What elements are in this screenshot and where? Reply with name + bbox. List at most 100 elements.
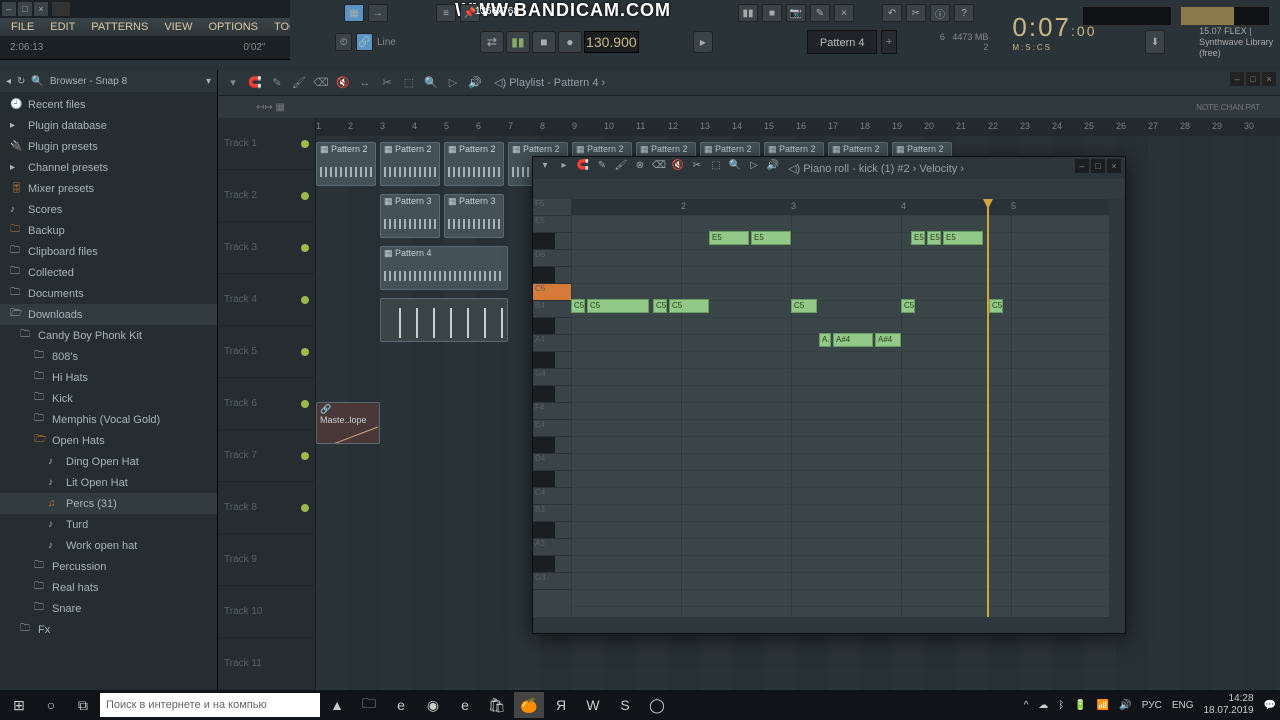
pl-erase-icon[interactable]: ⌫ [312, 74, 330, 92]
browser-item[interactable]: ♪Turd [0, 514, 217, 535]
link-icon[interactable]: 🔗 [356, 33, 373, 51]
app-bandicam-icon[interactable]: ◯ [642, 692, 672, 718]
rec-close-icon[interactable]: × [834, 4, 854, 22]
tray-notifications-icon[interactable]: 💬 [1264, 700, 1276, 711]
browser-item[interactable]: ♫Percs (31) [0, 493, 217, 514]
rec-draw-icon[interactable]: ✎ [810, 4, 830, 22]
note-a4b[interactable]: A. [819, 333, 831, 347]
playlist-ruler[interactable]: 1234567891011121314151617181920212223242… [316, 118, 1280, 136]
pr-close[interactable]: × [1107, 159, 1121, 173]
track-header[interactable]: Track 4 [218, 274, 315, 326]
browser-item[interactable]: 🗀Fx [0, 619, 217, 640]
clip-automation[interactable]: 🔗 Maste..lope [316, 402, 380, 444]
browser-item[interactable]: ♪Ding Open Hat [0, 451, 217, 472]
pr-minimize[interactable]: – [1075, 159, 1089, 173]
collapse-icon[interactable]: ◂ [6, 76, 11, 87]
browser-item[interactable]: ♪Lit Open Hat [0, 472, 217, 493]
tray-wifi-icon[interactable]: 📶 [1097, 700, 1109, 711]
note-c5[interactable]: C5 [989, 299, 1003, 313]
piano-key[interactable]: F5 [533, 199, 571, 216]
browser-item[interactable]: 🕘Recent files [0, 94, 217, 115]
track-header[interactable]: Track 11 [218, 638, 315, 690]
piano-key[interactable]: E5 [533, 216, 571, 233]
piano-key[interactable]: G4 [533, 369, 571, 386]
tray-onedrive-icon[interactable]: ☁ [1038, 700, 1048, 711]
view-piano-icon[interactable]: → [368, 4, 388, 22]
note-a4[interactable]: A#4 [875, 333, 901, 347]
pr-erase-icon[interactable]: ⌫ [651, 160, 667, 176]
note-c5[interactable]: C5 [669, 299, 709, 313]
browser-item[interactable]: ▸Plugin database [0, 115, 217, 136]
browser-item[interactable]: 🗀Hi Hats [0, 367, 217, 388]
pr-slice-icon[interactable]: ✂ [689, 160, 705, 176]
play-pattern-icon[interactable]: ▸ [693, 31, 713, 53]
pl-zoom-icon[interactable]: 🔍 [422, 74, 440, 92]
menu-patterns[interactable]: PATTERNS [84, 21, 155, 33]
pl-menu-icon[interactable]: ▾ [224, 74, 242, 92]
browser-item[interactable]: 🔌Plugin presets [0, 136, 217, 157]
note-c5[interactable]: C5 [587, 299, 649, 313]
piano-key[interactable] [533, 352, 571, 369]
pr-playback-icon[interactable]: ▷ [746, 160, 762, 176]
start-button[interactable]: ⊞ [4, 692, 34, 718]
bpm-display[interactable]: 130.900 [584, 31, 639, 53]
download-icon[interactable]: ⬇ [1145, 30, 1165, 54]
pianoroll-overview[interactable] [533, 179, 1125, 199]
pl-select-icon[interactable]: ⬚ [400, 74, 418, 92]
clip-pattern3a[interactable]: ▦ Pattern 3 [380, 194, 440, 238]
app-ie-icon[interactable]: e [450, 692, 480, 718]
piano-key[interactable] [533, 556, 571, 573]
app-vlc-icon[interactable]: ▲ [322, 692, 352, 718]
rec-cam-icon[interactable]: 📷 [786, 4, 806, 22]
cortana-icon[interactable]: ○ [36, 692, 66, 718]
window-close[interactable]: × [34, 2, 48, 16]
window-maximize[interactable]: □ [18, 2, 32, 16]
snap-label[interactable]: Line [377, 37, 396, 48]
tray-volume-icon[interactable]: 🔊 [1119, 700, 1131, 711]
note-e5[interactable]: E5 [751, 231, 791, 245]
track-header[interactable]: Track 10 [218, 586, 315, 638]
window-minimize[interactable]: – [2, 2, 16, 16]
menu-view[interactable]: VIEW [157, 21, 199, 33]
browser-item[interactable]: 🗀Percussion [0, 556, 217, 577]
piano-key[interactable]: B3 [533, 505, 571, 522]
taskview-icon[interactable]: ⧉ [68, 692, 98, 718]
track-header[interactable]: Track 2 [218, 170, 315, 222]
note-a4[interactable]: A#4 [833, 333, 873, 347]
app-explorer-icon[interactable]: 🗀 [354, 692, 384, 718]
cut-icon[interactable]: ✂ [906, 4, 926, 22]
browser-item[interactable]: 🗀Documents [0, 283, 217, 304]
pr-maximize[interactable]: □ [1091, 159, 1105, 173]
pl-play-icon[interactable]: ▷ [444, 74, 462, 92]
pl-close[interactable]: × [1262, 72, 1276, 86]
pl-draw-icon[interactable]: ✎ [268, 74, 286, 92]
pr-menu-icon[interactable]: ▾ [537, 160, 553, 176]
pr-magnet-icon[interactable]: 🧲 [575, 160, 591, 176]
browser-item[interactable]: 🎚Mixer presets [0, 178, 217, 199]
track-header[interactable]: Track 5 [218, 326, 315, 378]
add-pattern-button[interactable]: + [881, 30, 896, 54]
app-yandex-icon[interactable]: Я [546, 692, 576, 718]
browser-item[interactable]: ♪Work open hat [0, 535, 217, 556]
clip-pattern4[interactable]: ▦ Pattern 4 [380, 246, 508, 290]
browser-item[interactable]: 🗀808's [0, 346, 217, 367]
note-c5[interactable]: C5 [571, 299, 585, 313]
play-button[interactable]: ▮▮ [506, 31, 530, 53]
note-e5[interactable]: E5 [943, 231, 983, 245]
piano-key[interactable] [533, 386, 571, 403]
pl-mute-icon[interactable]: 🔇 [334, 74, 352, 92]
pl-slip-icon[interactable]: ↔ [356, 74, 374, 92]
clip-pattern2[interactable]: ▦ Pattern 2 [380, 142, 440, 186]
record-button[interactable]: ● [558, 31, 582, 53]
piano-key[interactable] [533, 318, 571, 335]
pr-draw-icon[interactable]: ✎ [594, 160, 610, 176]
clip-pattern2[interactable]: ▦ Pattern 2 [316, 142, 376, 186]
help-icon[interactable]: ? [954, 4, 974, 22]
app-store-icon[interactable]: 🛍 [482, 692, 512, 718]
piano-key[interactable]: E4 [533, 420, 571, 437]
piano-key[interactable] [533, 522, 571, 539]
note-e5[interactable]: E5 [709, 231, 749, 245]
undo-icon[interactable]: ↶ [882, 4, 902, 22]
master-volume-meter[interactable] [1180, 6, 1270, 26]
menu-icon[interactable]: ≡ [436, 4, 456, 22]
